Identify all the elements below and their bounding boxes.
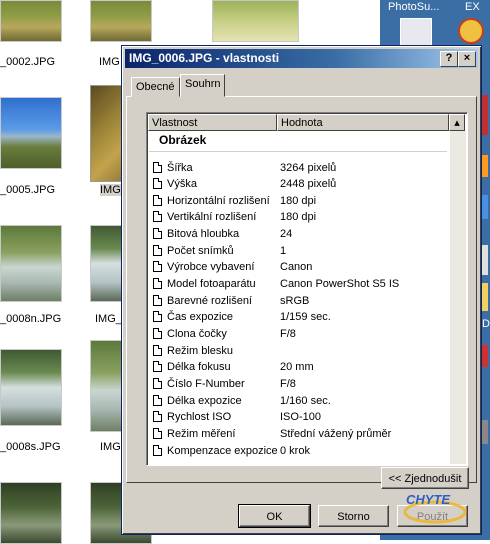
document-icon xyxy=(153,395,162,406)
file-name[interactable]: _0008s.JPG xyxy=(0,441,61,453)
dialog-title: IMG_0006.JPG - vlastnosti xyxy=(125,49,478,68)
file-name-selected[interactable]: IMG xyxy=(100,184,121,196)
property-name: Čas expozice xyxy=(167,311,234,323)
document-icon xyxy=(153,261,162,272)
vertical-scrollbar[interactable] xyxy=(450,131,466,464)
property-value: Canon PowerShot S5 IS xyxy=(280,278,400,290)
property-value: 1/159 sec. xyxy=(280,311,331,323)
photo-thumbnail[interactable] xyxy=(0,0,62,42)
desktop-icon-label[interactable]: EX xyxy=(465,1,480,13)
desktop-icon-label[interactable]: PhotoSu... xyxy=(388,1,439,13)
watermark-text: CHYTE xyxy=(406,492,451,507)
properties-list[interactable]: Vlastnost Hodnota ▴ Obrázek Šířka 3264 pi… xyxy=(146,112,468,466)
document-icon xyxy=(153,328,162,339)
document-icon xyxy=(153,345,162,356)
property-value: 180 dpi xyxy=(280,211,317,223)
property-name: Barevné rozlišení xyxy=(167,295,252,307)
property-value: 20 mm xyxy=(280,361,314,373)
file-name[interactable]: _0005.JPG xyxy=(0,184,55,196)
property-value: Canon xyxy=(280,261,313,273)
photo-thumbnail[interactable] xyxy=(0,97,62,169)
property-name: Vertikální rozlišení xyxy=(167,211,257,223)
document-icon xyxy=(153,361,162,372)
property-name: Kompenzace expozice xyxy=(167,445,278,457)
tab-general[interactable]: Obecné xyxy=(131,77,180,97)
document-icon xyxy=(153,178,162,189)
tab-summary[interactable]: Souhrn xyxy=(180,74,226,97)
photo-thumbnail[interactable] xyxy=(90,0,152,42)
document-icon xyxy=(153,162,162,173)
property-name: Počet snímků xyxy=(167,245,234,257)
property-name: Clona čočky xyxy=(167,328,227,340)
property-value: 180 dpi xyxy=(280,195,317,207)
property-name: Režim blesku xyxy=(167,345,234,357)
group-divider xyxy=(149,151,447,152)
property-name: Číslo F-Number xyxy=(167,378,245,390)
property-value: 24 xyxy=(280,228,293,240)
property-value: F/8 xyxy=(280,328,296,340)
property-value: Střední vážený průměr xyxy=(280,428,392,440)
property-name: Výrobce vybavení xyxy=(167,261,255,273)
property-value: sRGB xyxy=(280,295,310,307)
document-icon xyxy=(153,411,162,422)
document-icon xyxy=(153,228,162,239)
property-name: Rychlost ISO xyxy=(167,411,232,423)
header-scroll-cap: ▴ xyxy=(449,114,465,131)
property-name: Délka fokusu xyxy=(167,361,231,373)
property-value: 1 xyxy=(280,245,287,257)
property-name: Šířka xyxy=(167,162,193,174)
document-icon xyxy=(153,295,162,306)
group-title-image: Obrázek xyxy=(159,133,207,147)
property-name: Model fotoaparátu xyxy=(167,278,256,290)
property-name: Výška xyxy=(167,178,197,190)
document-icon xyxy=(153,211,162,222)
help-button[interactable]: ? xyxy=(440,51,458,67)
file-name[interactable]: IMG xyxy=(100,441,121,453)
property-value: 3264 pixelů xyxy=(280,162,337,174)
property-name: Bitová hloubka xyxy=(167,228,240,240)
photo-thumbnail[interactable] xyxy=(212,0,299,42)
document-icon xyxy=(153,195,162,206)
file-name[interactable]: IMG xyxy=(99,56,120,68)
property-value: F/8 xyxy=(280,378,296,390)
cancel-button[interactable]: Storno xyxy=(318,505,389,527)
photo-thumbnail[interactable] xyxy=(0,482,62,544)
simplify-button[interactable]: << Zjednodušit xyxy=(381,467,469,489)
ok-button[interactable]: OK xyxy=(238,504,311,528)
property-name: Režim měření xyxy=(167,428,236,440)
column-header-property[interactable]: Vlastnost xyxy=(148,114,277,131)
eye-app-icon[interactable] xyxy=(458,18,484,44)
property-name: Horizontální rozlišení xyxy=(167,195,270,207)
column-header-value[interactable]: Hodnota xyxy=(277,114,449,131)
document-icon xyxy=(153,245,162,256)
close-button[interactable]: × xyxy=(458,51,476,67)
document-icon xyxy=(153,428,162,439)
photo-thumbnail[interactable] xyxy=(0,349,62,426)
document-icon xyxy=(153,311,162,322)
property-value: ISO-100 xyxy=(280,411,321,423)
file-name[interactable]: _0008n.JPG xyxy=(0,313,61,325)
document-icon xyxy=(153,445,162,456)
property-name: Délka expozice xyxy=(167,395,242,407)
file-name[interactable]: _0002.JPG xyxy=(0,56,55,68)
document-icon xyxy=(153,278,162,289)
watermark-logo: CHYTE xyxy=(400,490,470,533)
property-value: 2448 pixelů xyxy=(280,178,337,190)
property-value: 0 krok xyxy=(280,445,310,457)
photo-thumbnail[interactable] xyxy=(0,225,62,302)
property-value: 1/160 sec. xyxy=(280,395,331,407)
document-icon xyxy=(153,378,162,389)
file-name[interactable]: IMG_ xyxy=(95,313,122,325)
